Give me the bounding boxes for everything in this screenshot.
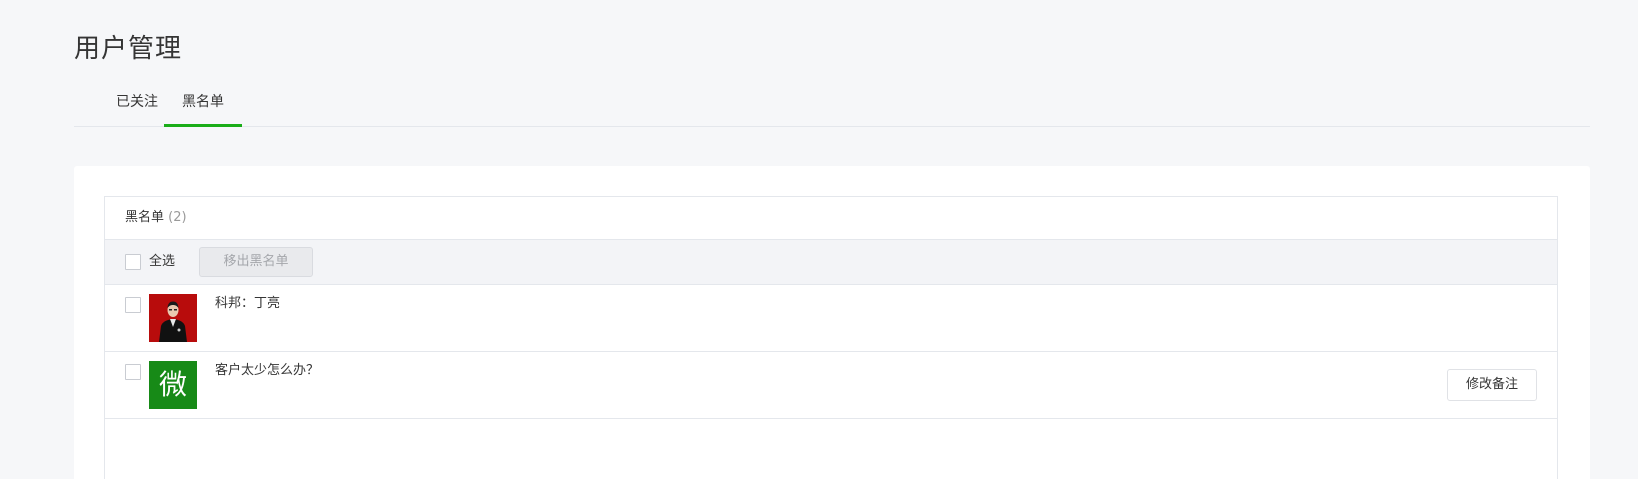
blacklist-toolbar: 全选 移出黑名单: [105, 240, 1557, 285]
user-checkbox[interactable]: [125, 364, 141, 380]
list-item: 科邦：丁亮: [105, 285, 1557, 352]
blacklist-title: 黑名单: [125, 210, 165, 225]
list-item: 微 客户太少怎么办？ 修改备注: [105, 352, 1557, 419]
user-name: 科邦：丁亮: [215, 296, 281, 311]
select-all-checkbox[interactable]: [125, 254, 141, 270]
tab-blacklist[interactable]: 黑名单: [164, 86, 242, 127]
user-name: 客户太少怎么办？: [215, 363, 320, 378]
avatar: [149, 294, 197, 342]
user-management-page: 用户管理 已关注 黑名单 黑名单 (2) 全选 移出黑名单 科邦：丁亮 微 客户…: [0, 0, 1638, 479]
blacklist-panel: 黑名单 (2) 全选 移出黑名单 科邦：丁亮 微 客户太少怎么办？ 修改备注: [104, 196, 1558, 479]
edit-remark-button[interactable]: 修改备注: [1447, 369, 1537, 401]
wechat-icon: 微: [158, 368, 187, 401]
person-photo-icon: [149, 294, 197, 342]
user-checkbox[interactable]: [125, 297, 141, 313]
blacklist-header: 黑名单 (2): [105, 197, 1557, 240]
content-card: 黑名单 (2) 全选 移出黑名单 科邦：丁亮 微 客户太少怎么办？ 修改备注: [74, 166, 1590, 479]
tab-bar: 已关注 黑名单: [74, 86, 1590, 127]
blacklist-count: (2): [168, 210, 187, 225]
remove-from-blacklist-button[interactable]: 移出黑名单: [199, 247, 313, 277]
page-title: 用户管理: [74, 34, 183, 64]
avatar: 微: [149, 361, 197, 409]
select-all-label[interactable]: 全选: [149, 240, 175, 284]
